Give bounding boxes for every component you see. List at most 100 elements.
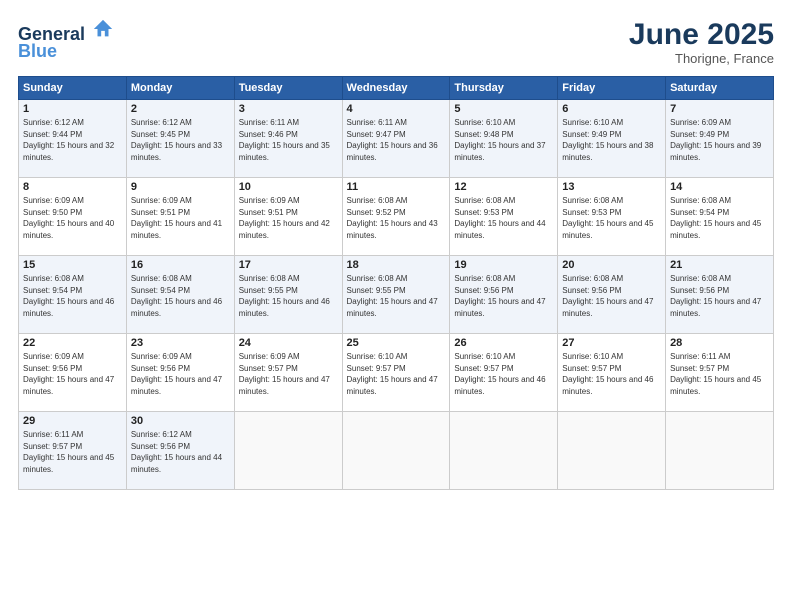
- calendar-body: 1Sunrise: 6:12 AMSunset: 9:44 PMDaylight…: [19, 100, 774, 490]
- day-info: Sunrise: 6:09 AMSunset: 9:49 PMDaylight:…: [670, 117, 769, 163]
- day-number: 18: [347, 259, 446, 271]
- weekday-header-wednesday: Wednesday: [342, 77, 450, 100]
- week-row-1: 1Sunrise: 6:12 AMSunset: 9:44 PMDaylight…: [19, 100, 774, 178]
- day-info: Sunrise: 6:12 AMSunset: 9:56 PMDaylight:…: [131, 429, 230, 475]
- day-cell: 12Sunrise: 6:08 AMSunset: 9:53 PMDayligh…: [450, 178, 558, 256]
- title-block: June 2025 Thorigne, France: [629, 18, 774, 66]
- day-number: 1: [23, 103, 122, 115]
- day-info: Sunrise: 6:08 AMSunset: 9:54 PMDaylight:…: [131, 273, 230, 319]
- day-cell: 6 Sunrise: 6:10 AMSunset: 9:49 PMDaylight…: [558, 100, 666, 178]
- weekday-header-monday: Monday: [126, 77, 234, 100]
- day-cell: 2 Sunrise: 6:12 AMSunset: 9:45 PMDaylight…: [126, 100, 234, 178]
- day-number: 20: [562, 259, 661, 271]
- day-info: Sunrise: 6:08 AMSunset: 9:54 PMDaylight:…: [23, 273, 122, 319]
- weekday-header-friday: Friday: [558, 77, 666, 100]
- day-cell: [234, 412, 342, 490]
- day-number: 27: [562, 337, 661, 349]
- day-info: Sunrise: 6:10 AMSunset: 9:49 PMDaylight:…: [562, 117, 661, 163]
- weekday-header-thursday: Thursday: [450, 77, 558, 100]
- day-number: 21: [670, 259, 769, 271]
- day-info: Sunrise: 6:09 AMSunset: 9:51 PMDaylight:…: [131, 195, 230, 241]
- day-cell: 11 Sunrise: 6:08 AMSunset: 9:52 PMDayligh…: [342, 178, 450, 256]
- day-cell: 25 Sunrise: 6:10 AMSunset: 9:57 PMDayligh…: [342, 334, 450, 412]
- day-cell: 29 Sunrise: 6:11 AMSunset: 9:57 PMDayligh…: [19, 412, 127, 490]
- day-info: Sunrise: 6:08 AMSunset: 9:53 PMDaylight:…: [454, 195, 553, 241]
- day-info: Sunrise: 6:09 AMSunset: 9:57 PMDaylight:…: [239, 351, 338, 397]
- day-number: 25: [347, 337, 446, 349]
- day-number: 2: [131, 103, 230, 115]
- day-cell: 10Sunrise: 6:09 AMSunset: 9:51 PMDayligh…: [234, 178, 342, 256]
- day-cell: 18 Sunrise: 6:08 AMSunset: 9:55 PMDayligh…: [342, 256, 450, 334]
- day-number: 7: [670, 103, 769, 115]
- day-cell: 3Sunrise: 6:11 AMSunset: 9:46 PMDaylight…: [234, 100, 342, 178]
- day-info: Sunrise: 6:09 AMSunset: 9:56 PMDaylight:…: [23, 351, 122, 397]
- day-number: 15: [23, 259, 122, 271]
- day-info: Sunrise: 6:08 AMSunset: 9:54 PMDaylight:…: [670, 195, 769, 241]
- day-cell: 15 Sunrise: 6:08 AMSunset: 9:54 PMDayligh…: [19, 256, 127, 334]
- weekday-header-sunday: Sunday: [19, 77, 127, 100]
- day-cell: 5 Sunrise: 6:10 AMSunset: 9:48 PMDaylight…: [450, 100, 558, 178]
- month-title: June 2025: [629, 18, 774, 51]
- day-number: 22: [23, 337, 122, 349]
- location: Thorigne, France: [629, 51, 774, 66]
- day-info: Sunrise: 6:08 AMSunset: 9:55 PMDaylight:…: [239, 273, 338, 319]
- day-number: 26: [454, 337, 553, 349]
- day-info: Sunrise: 6:09 AMSunset: 9:56 PMDaylight:…: [131, 351, 230, 397]
- day-info: Sunrise: 6:10 AMSunset: 9:48 PMDaylight:…: [454, 117, 553, 163]
- weekday-header-tuesday: Tuesday: [234, 77, 342, 100]
- day-info: Sunrise: 6:10 AMSunset: 9:57 PMDaylight:…: [347, 351, 446, 397]
- day-number: 9: [131, 181, 230, 193]
- day-info: Sunrise: 6:11 AMSunset: 9:57 PMDaylight:…: [23, 429, 122, 475]
- day-cell: 26Sunrise: 6:10 AMSunset: 9:57 PMDayligh…: [450, 334, 558, 412]
- day-number: 17: [239, 259, 338, 271]
- day-number: 16: [131, 259, 230, 271]
- day-cell: 23 Sunrise: 6:09 AMSunset: 9:56 PMDayligh…: [126, 334, 234, 412]
- day-cell: 1Sunrise: 6:12 AMSunset: 9:44 PMDaylight…: [19, 100, 127, 178]
- day-cell: 22 Sunrise: 6:09 AMSunset: 9:56 PMDayligh…: [19, 334, 127, 412]
- day-cell: 13 Sunrise: 6:08 AMSunset: 9:53 PMDayligh…: [558, 178, 666, 256]
- day-cell: 16 Sunrise: 6:08 AMSunset: 9:54 PMDayligh…: [126, 256, 234, 334]
- day-cell: 30Sunrise: 6:12 AMSunset: 9:56 PMDayligh…: [126, 412, 234, 490]
- weekday-header-row: SundayMondayTuesdayWednesdayThursdayFrid…: [19, 77, 774, 100]
- day-number: 24: [239, 337, 338, 349]
- calendar-page: General Blue June 2025 Thorigne, France …: [0, 0, 792, 612]
- day-number: 23: [131, 337, 230, 349]
- day-cell: [342, 412, 450, 490]
- day-info: Sunrise: 6:08 AMSunset: 9:56 PMDaylight:…: [562, 273, 661, 319]
- day-info: Sunrise: 6:08 AMSunset: 9:56 PMDaylight:…: [670, 273, 769, 319]
- day-number: 6: [562, 103, 661, 115]
- week-row-4: 22 Sunrise: 6:09 AMSunset: 9:56 PMDayligh…: [19, 334, 774, 412]
- day-info: Sunrise: 6:08 AMSunset: 9:52 PMDaylight:…: [347, 195, 446, 241]
- logo-icon: [92, 18, 114, 40]
- day-info: Sunrise: 6:10 AMSunset: 9:57 PMDaylight:…: [562, 351, 661, 397]
- day-info: Sunrise: 6:08 AMSunset: 9:55 PMDaylight:…: [347, 273, 446, 319]
- day-number: 11: [347, 181, 446, 193]
- day-cell: 9 Sunrise: 6:09 AMSunset: 9:51 PMDaylight…: [126, 178, 234, 256]
- day-cell: 17 Sunrise: 6:08 AMSunset: 9:55 PMDayligh…: [234, 256, 342, 334]
- day-cell: 8Sunrise: 6:09 AMSunset: 9:50 PMDaylight…: [19, 178, 127, 256]
- day-number: 19: [454, 259, 553, 271]
- calendar-table: SundayMondayTuesdayWednesdayThursdayFrid…: [18, 76, 774, 490]
- day-info: Sunrise: 6:12 AMSunset: 9:45 PMDaylight:…: [131, 117, 230, 163]
- day-info: Sunrise: 6:09 AMSunset: 9:51 PMDaylight:…: [239, 195, 338, 241]
- day-info: Sunrise: 6:11 AMSunset: 9:47 PMDaylight:…: [347, 117, 446, 163]
- weekday-header-saturday: Saturday: [666, 77, 774, 100]
- day-cell: 19Sunrise: 6:08 AMSunset: 9:56 PMDayligh…: [450, 256, 558, 334]
- day-number: 28: [670, 337, 769, 349]
- day-cell: 7 Sunrise: 6:09 AMSunset: 9:49 PMDaylight…: [666, 100, 774, 178]
- day-info: Sunrise: 6:08 AMSunset: 9:53 PMDaylight:…: [562, 195, 661, 241]
- day-cell: 20 Sunrise: 6:08 AMSunset: 9:56 PMDayligh…: [558, 256, 666, 334]
- header: General Blue June 2025 Thorigne, France: [18, 18, 774, 66]
- day-cell: [666, 412, 774, 490]
- day-number: 13: [562, 181, 661, 193]
- day-cell: 4 Sunrise: 6:11 AMSunset: 9:47 PMDaylight…: [342, 100, 450, 178]
- day-number: 3: [239, 103, 338, 115]
- day-number: 5: [454, 103, 553, 115]
- day-number: 14: [670, 181, 769, 193]
- logo: General Blue: [18, 18, 114, 62]
- day-number: 29: [23, 415, 122, 427]
- day-number: 4: [347, 103, 446, 115]
- day-cell: 21 Sunrise: 6:08 AMSunset: 9:56 PMDayligh…: [666, 256, 774, 334]
- week-row-5: 29 Sunrise: 6:11 AMSunset: 9:57 PMDayligh…: [19, 412, 774, 490]
- day-info: Sunrise: 6:09 AMSunset: 9:50 PMDaylight:…: [23, 195, 122, 241]
